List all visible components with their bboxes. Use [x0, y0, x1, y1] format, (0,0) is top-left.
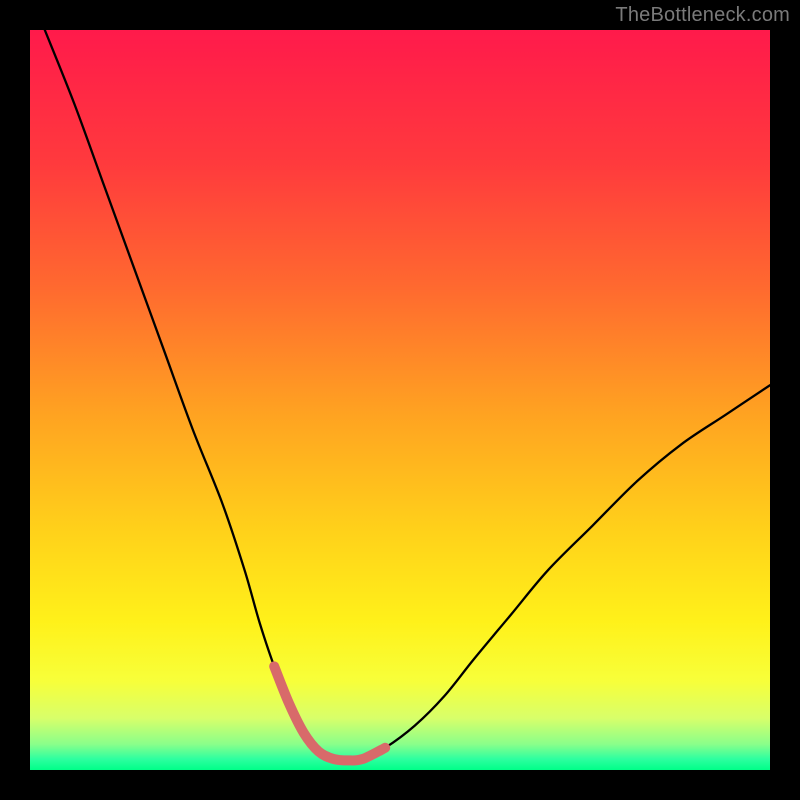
watermark-text: TheBottleneck.com — [615, 4, 790, 27]
chart-canvas — [0, 0, 800, 800]
chart-stage: TheBottleneck.com — [0, 0, 800, 800]
plot-background — [30, 30, 770, 770]
